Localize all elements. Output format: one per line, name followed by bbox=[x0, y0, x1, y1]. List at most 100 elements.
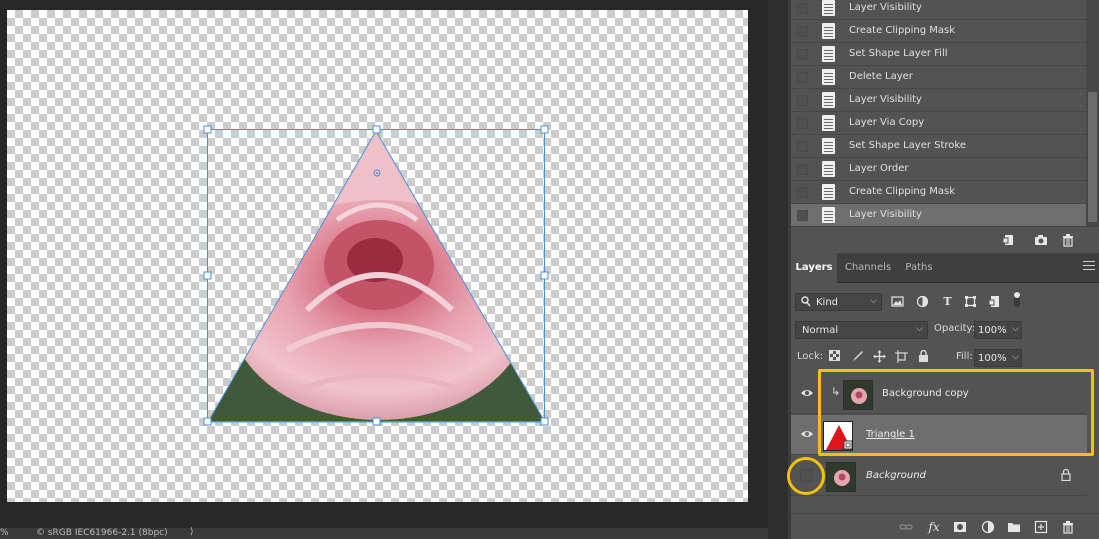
chevron-down-icon: ⌵ bbox=[870, 296, 877, 306]
history-state-document-icon bbox=[822, 46, 835, 62]
blend-mode-value: Normal bbox=[802, 325, 839, 336]
lock-image-pixels-icon[interactable] bbox=[851, 350, 864, 363]
lock-transparent-pixels-icon[interactable] bbox=[828, 350, 841, 363]
history-state-document-icon bbox=[822, 0, 835, 16]
new-adjustment-layer-icon[interactable] bbox=[981, 520, 995, 534]
tab-layers[interactable]: Layers bbox=[791, 253, 837, 283]
new-layer-icon[interactable] bbox=[1034, 520, 1048, 534]
layer-thumbnail-background bbox=[826, 462, 856, 492]
history-scrollbar-thumb[interactable] bbox=[1088, 92, 1097, 222]
history-state-label: Layer Via Copy bbox=[849, 117, 925, 128]
clipped-rose-image bbox=[208, 131, 545, 422]
opacity-field[interactable]: 100% ⌵ bbox=[974, 321, 1022, 339]
fill-field[interactable]: 100% ⌵ bbox=[974, 349, 1022, 367]
add-mask-icon[interactable] bbox=[953, 520, 967, 534]
history-panel: Layer Visibility Create Clipping Mask Set … bbox=[791, 0, 1099, 252]
color-profile-readout: © sRGB IEC61966-2.1 (8bpc) bbox=[36, 528, 168, 538]
history-state-document-icon bbox=[822, 69, 835, 85]
layer-row-background[interactable]: Background bbox=[791, 456, 1087, 496]
lock-position-icon[interactable] bbox=[873, 350, 886, 363]
layers-footer: fx bbox=[791, 513, 1099, 539]
history-state-label: Set Shape Layer Fill bbox=[849, 48, 948, 59]
history-state-row[interactable]: Set Shape Layer Stroke bbox=[791, 135, 1086, 158]
opacity-label: Opacity: bbox=[934, 323, 976, 334]
history-snapshot-source-checkbox[interactable] bbox=[797, 95, 808, 106]
history-snapshot-source-checkbox[interactable] bbox=[797, 141, 808, 152]
layer-style-fx-icon[interactable]: fx bbox=[927, 520, 941, 534]
document-canvas[interactable] bbox=[7, 10, 748, 502]
blend-mode-select[interactable]: Normal ⌵ bbox=[795, 321, 928, 339]
history-state-label: Layer Visibility bbox=[849, 209, 922, 220]
lock-icon[interactable] bbox=[1061, 468, 1071, 484]
history-state-row[interactable]: Set Shape Layer Fill bbox=[791, 43, 1086, 66]
history-snapshot-source-checkbox[interactable] bbox=[797, 72, 808, 83]
history-state-row[interactable]: Create Clipping Mask bbox=[791, 20, 1086, 43]
eye-icon[interactable] bbox=[800, 388, 814, 398]
type-layer-filter-icon[interactable]: T bbox=[941, 295, 954, 308]
eye-icon[interactable] bbox=[800, 429, 814, 439]
link-layers-icon[interactable] bbox=[899, 520, 913, 534]
history-snapshot-source-checkbox[interactable] bbox=[797, 3, 808, 14]
panel-divider bbox=[768, 0, 788, 539]
history-snapshot-source-checkbox[interactable] bbox=[797, 164, 808, 175]
opacity-value: 100% bbox=[978, 325, 1007, 336]
adjustment-layer-filter-icon[interactable] bbox=[916, 295, 929, 308]
lock-artboard-icon[interactable] bbox=[895, 350, 908, 363]
history-state-document-icon bbox=[822, 115, 835, 131]
filter-toggle-icon[interactable] bbox=[1013, 291, 1021, 307]
history-state-document-icon bbox=[822, 138, 835, 154]
history-state-row[interactable]: Layer Visibility bbox=[791, 89, 1086, 112]
history-state-row[interactable]: Layer Order bbox=[791, 158, 1086, 181]
layer-filter-value: Kind bbox=[816, 297, 839, 308]
history-state-label: Set Shape Layer Stroke bbox=[849, 140, 967, 151]
pixel-layer-filter-icon[interactable] bbox=[891, 295, 904, 308]
lock-all-icon[interactable] bbox=[917, 349, 930, 363]
history-snapshot-source-checkbox[interactable] bbox=[797, 210, 808, 221]
history-snapshot-source-checkbox[interactable] bbox=[797, 26, 808, 37]
history-snapshot-source-checkbox[interactable] bbox=[797, 187, 808, 198]
history-state-document-icon bbox=[822, 92, 835, 108]
history-state-row[interactable]: Create Clipping Mask bbox=[791, 181, 1086, 204]
photoshop-window: % © sRGB IEC61966-2.1 (8bpc) ⟩ Layer Vis… bbox=[0, 0, 1099, 539]
history-state-label: Layer Visibility bbox=[849, 2, 922, 13]
layer-filter-select[interactable]: Kind ⌵ bbox=[795, 293, 882, 311]
history-state-row[interactable]: Delete Layer bbox=[791, 66, 1086, 89]
history-state-label: Layer Order bbox=[849, 163, 909, 174]
history-state-label: Create Clipping Mask bbox=[849, 25, 956, 36]
layer-name[interactable]: Background bbox=[866, 470, 926, 481]
smart-object-filter-icon[interactable] bbox=[988, 295, 1001, 308]
canvas-area[interactable] bbox=[0, 0, 768, 528]
history-state-label: Create Clipping Mask bbox=[849, 186, 956, 197]
history-state-document-icon bbox=[822, 23, 835, 39]
camera-icon[interactable] bbox=[1034, 233, 1048, 247]
search-icon bbox=[801, 296, 811, 310]
delete-layer-trash-icon[interactable] bbox=[1061, 520, 1075, 534]
tab-paths[interactable]: Paths bbox=[899, 253, 939, 283]
history-state-row[interactable]: Layer Visibility bbox=[791, 0, 1086, 20]
status-menu-arrow-icon[interactable]: ⟩ bbox=[190, 527, 194, 537]
highlight-annotation-box bbox=[818, 369, 1094, 456]
canvas-artwork[interactable] bbox=[7, 10, 748, 502]
history-snapshot-source-checkbox[interactable] bbox=[797, 118, 808, 129]
tab-channels[interactable]: Channels bbox=[841, 253, 895, 283]
history-state-row[interactable]: Layer Via Copy bbox=[791, 112, 1086, 135]
highlight-annotation-circle bbox=[787, 457, 825, 495]
history-state-label: Layer Visibility bbox=[849, 94, 922, 105]
lock-label: Lock: bbox=[797, 351, 824, 362]
chevron-down-icon[interactable]: ⌵ bbox=[1012, 324, 1019, 334]
shape-layer-filter-icon[interactable] bbox=[964, 295, 977, 308]
fill-value: 100% bbox=[978, 353, 1007, 364]
panel-tabs: Layers Channels Paths bbox=[791, 253, 1099, 283]
history-state-row[interactable]: Layer Visibility bbox=[791, 204, 1086, 227]
chevron-down-icon: ⌵ bbox=[916, 324, 923, 334]
zoom-readout[interactable]: % bbox=[0, 528, 9, 538]
history-state-document-icon bbox=[822, 184, 835, 200]
chevron-down-icon[interactable]: ⌵ bbox=[1012, 352, 1019, 362]
panel-menu-icon[interactable] bbox=[1083, 261, 1095, 273]
trash-icon[interactable] bbox=[1061, 233, 1075, 247]
fill-label: Fill: bbox=[956, 351, 973, 362]
history-snapshot-source-checkbox[interactable] bbox=[797, 49, 808, 60]
history-footer bbox=[791, 226, 1099, 252]
new-snapshot-from-state-icon[interactable] bbox=[1002, 233, 1016, 247]
new-group-folder-icon[interactable] bbox=[1007, 520, 1021, 534]
